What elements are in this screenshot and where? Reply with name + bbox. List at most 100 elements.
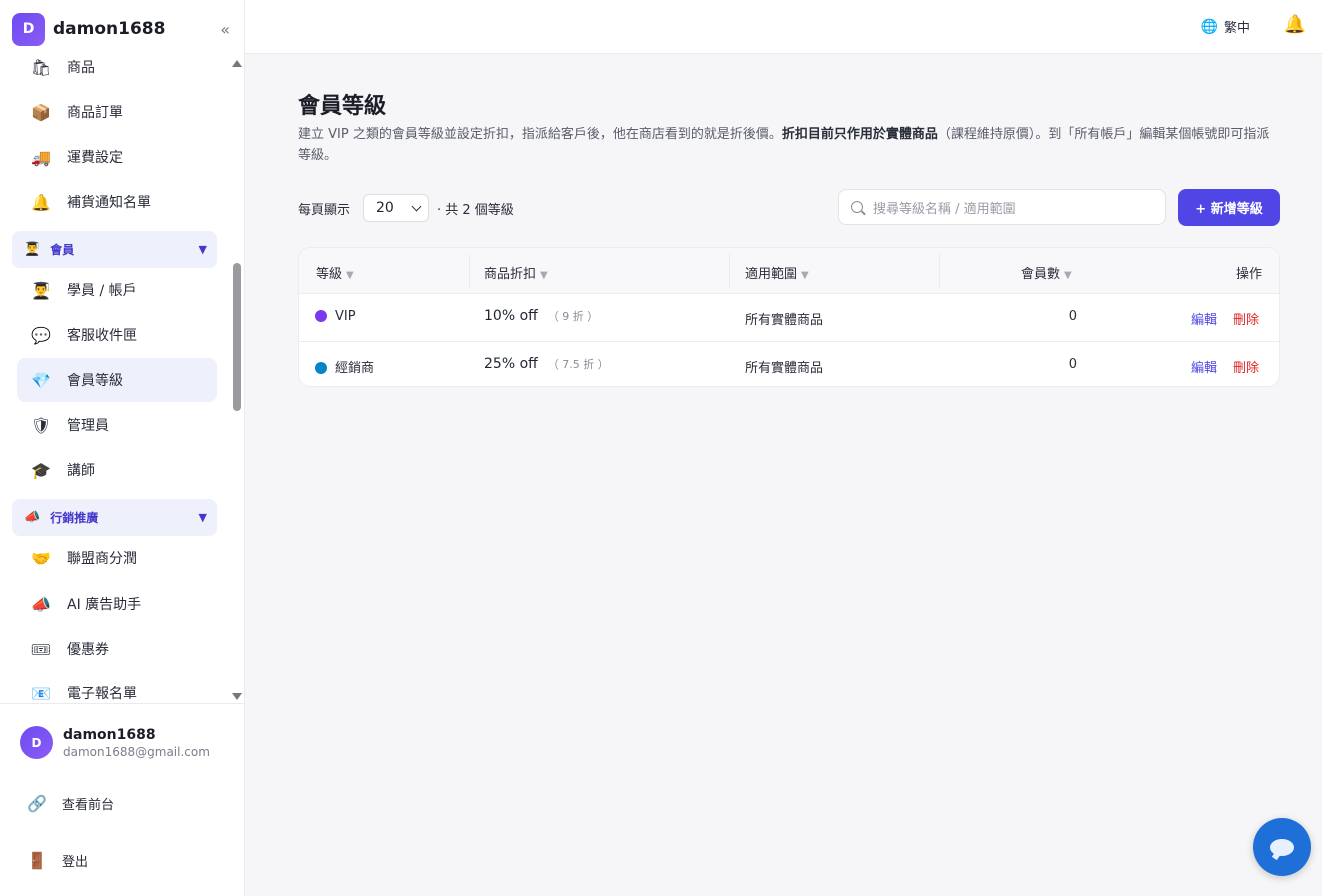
edit-button[interactable]: 編輯 — [1191, 361, 1217, 376]
search-input[interactable]: 搜尋等級名稱 / 適用範圍 — [838, 189, 1166, 225]
user-email: damon1688@gmail.com — [63, 744, 210, 759]
sidebar-group-label: 會員 — [50, 243, 75, 257]
edit-button[interactable]: 編輯 — [1191, 313, 1217, 328]
total-count: · 共 2 個等級 — [437, 203, 514, 218]
brand-avatar: D — [12, 12, 45, 46]
delete-button[interactable]: 刪除 — [1233, 361, 1259, 376]
megaphone-icon: 📣 — [24, 510, 41, 525]
sidebar-item-label: 聯盟商分潤 — [67, 551, 137, 567]
level-color-dot — [315, 310, 327, 322]
sidebar-item-affiliates[interactable]: 🤝 聯盟商分潤 — [17, 536, 217, 580]
globe-icon: 🌐 — [1200, 18, 1218, 35]
sort-icon: ▼ — [540, 270, 548, 281]
discount-note: （ 7.5 折 ） — [547, 358, 609, 371]
table-header: 等級 ▼ 商品折扣 ▼ 適用範圍 ▼ 會員數 ▼ 操作 — [299, 248, 1279, 294]
sidebar-scrollbar[interactable] — [231, 58, 243, 702]
sidebar-item-label: AI 廣告助手 — [67, 597, 142, 613]
student-icon: 👨‍🎓 — [31, 280, 51, 300]
sidebar-item-students[interactable]: 👨‍🎓 學員 / 帳戶 — [17, 268, 217, 312]
column-divider — [469, 254, 470, 288]
link-icon: 🔗 — [27, 794, 47, 813]
level-name: VIP — [335, 309, 356, 324]
notification-bell-icon[interactable]: 🔔 — [1284, 14, 1306, 35]
column-header-level[interactable]: 等級 ▼ — [316, 263, 354, 282]
chat-bubble-icon — [1270, 838, 1294, 856]
sidebar-item-label: 商品訂單 — [67, 105, 123, 121]
speech-bubble-icon: 💬 — [31, 325, 51, 345]
sidebar-item-label: 運費設定 — [67, 150, 123, 166]
scroll-down-arrow-icon[interactable] — [232, 693, 242, 700]
view-storefront-link[interactable]: 🔗 查看前台 — [26, 794, 114, 813]
user-info: damon1688 damon1688@gmail.com — [63, 727, 210, 759]
sidebar-item-instructors[interactable]: 🎓 講師 — [17, 448, 217, 492]
sidebar-item-label: 商品 — [67, 60, 95, 76]
sidebar-item-member-levels[interactable]: 💎 會員等級 — [17, 358, 217, 402]
delete-button[interactable]: 刪除 — [1233, 313, 1259, 328]
sidebar-item-label: 優惠券 — [67, 642, 109, 658]
chevron-down-icon — [411, 201, 422, 212]
discount-cell: 10% off （ 9 折 ） — [484, 308, 598, 324]
desc-text: 建立 VIP 之類的會員等級並設定折扣，指派給客戶後，他在商店看到的就是折後價。 — [298, 127, 782, 142]
ticket-icon: 🎟 — [30, 639, 52, 659]
level-color-dot — [315, 362, 327, 374]
user-profile[interactable]: D damon1688 damon1688@gmail.com — [20, 726, 210, 759]
sidebar-item-support-inbox[interactable]: 💬 客服收件匣 — [17, 313, 217, 357]
column-header-members[interactable]: 會員數 ▼ — [1021, 263, 1072, 282]
column-header-actions: 操作 — [1236, 267, 1263, 282]
logout-link[interactable]: 🚪 登出 — [26, 851, 88, 870]
column-header-label: 會員數 — [1021, 267, 1061, 282]
discount-value: 25% off — [484, 356, 538, 372]
search-icon — [851, 201, 863, 213]
sidebar-item-newsletter[interactable]: 📧 電子報名單 — [17, 671, 217, 703]
per-page-value: 20 — [376, 200, 394, 216]
column-divider — [729, 254, 730, 288]
user-name: damon1688 — [63, 726, 156, 743]
main-content: 會員等級 建立 VIP 之類的會員等級並設定折扣，指派給客戶後，他在商店看到的就… — [245, 54, 1322, 896]
sidebar-nav: 🛍 商品 📦 商品訂單 🚚 運費設定 🔔 補貨通知名單 👨‍🎓 會員 ▼ 👨‍🎓… — [0, 52, 245, 702]
page-title: 會員等級 — [298, 94, 387, 119]
scope-cell: 所有實體商品 — [745, 361, 824, 376]
sidebar-item-restock-list[interactable]: 🔔 補貨通知名單 — [17, 180, 217, 224]
level-name-cell: VIP — [315, 309, 356, 324]
chat-button[interactable] — [1253, 818, 1311, 876]
sidebar-item-shipping[interactable]: 🚚 運費設定 — [17, 135, 217, 179]
discount-note: （ 9 折 ） — [547, 310, 599, 323]
sort-icon: ▼ — [1064, 270, 1072, 281]
shopping-bag-icon: 🛍 — [30, 57, 52, 77]
handshake-icon: 🤝 — [31, 548, 51, 568]
discount-value: 10% off — [484, 308, 538, 324]
collapse-sidebar-button[interactable]: « — [220, 20, 230, 39]
add-level-button[interactable]: + 新增等級 — [1178, 189, 1280, 226]
sidebar-item-ai-ads[interactable]: 📣 AI 廣告助手 — [17, 582, 217, 626]
language-switcher[interactable]: 🌐 繁中 — [1200, 17, 1250, 37]
sidebar-item-orders[interactable]: 📦 商品訂單 — [17, 90, 217, 134]
sidebar-item-label: 管理員 — [67, 418, 109, 434]
bell-icon: 🔔 — [31, 192, 51, 212]
member-count-cell: 0 — [1068, 357, 1077, 372]
sidebar-group-marketing[interactable]: 📣 行銷推廣 ▼ — [12, 499, 217, 536]
shield-icon: 🛡 — [30, 415, 52, 435]
column-header-label: 等級 — [316, 267, 343, 282]
sidebar-footer: D damon1688 damon1688@gmail.com 🔗 查看前台 🚪… — [0, 703, 245, 896]
actions-cell: 編輯 刪除 — [1191, 309, 1259, 328]
sidebar-item-label: 學員 / 帳戶 — [67, 283, 137, 299]
sidebar-item-admins[interactable]: 🛡 管理員 — [17, 403, 217, 447]
column-header-discount[interactable]: 商品折扣 ▼ — [484, 263, 548, 282]
scrollbar-thumb[interactable] — [233, 263, 241, 411]
table-row: 經銷商 25% off （ 7.5 折 ） 所有實體商品 0 編輯 刪除 — [299, 341, 1279, 386]
column-header-label: 商品折扣 — [484, 267, 537, 282]
level-name-cell: 經銷商 — [315, 357, 374, 376]
sidebar: D damon1688 « 🛍 商品 📦 商品訂單 🚚 運費設定 🔔 補貨通知名… — [0, 0, 245, 896]
graduation-cap-icon: 🎓 — [31, 460, 51, 480]
per-page-select[interactable]: 20 — [363, 194, 429, 222]
sidebar-item-products[interactable]: 🛍 商品 — [17, 52, 217, 89]
column-header-scope[interactable]: 適用範圍 ▼ — [745, 263, 809, 282]
sidebar-item-coupons[interactable]: 🎟 優惠券 — [17, 627, 217, 671]
column-divider — [939, 254, 940, 288]
brand-header: D damon1688 « — [12, 12, 234, 46]
discount-cell: 25% off （ 7.5 折 ） — [484, 356, 609, 372]
scroll-up-arrow-icon[interactable] — [232, 60, 242, 67]
desc-emphasis: 折扣目前只作用於實體商品 — [781, 127, 938, 142]
sidebar-item-label: 電子報名單 — [67, 686, 137, 702]
sidebar-group-members[interactable]: 👨‍🎓 會員 ▼ — [12, 231, 217, 268]
